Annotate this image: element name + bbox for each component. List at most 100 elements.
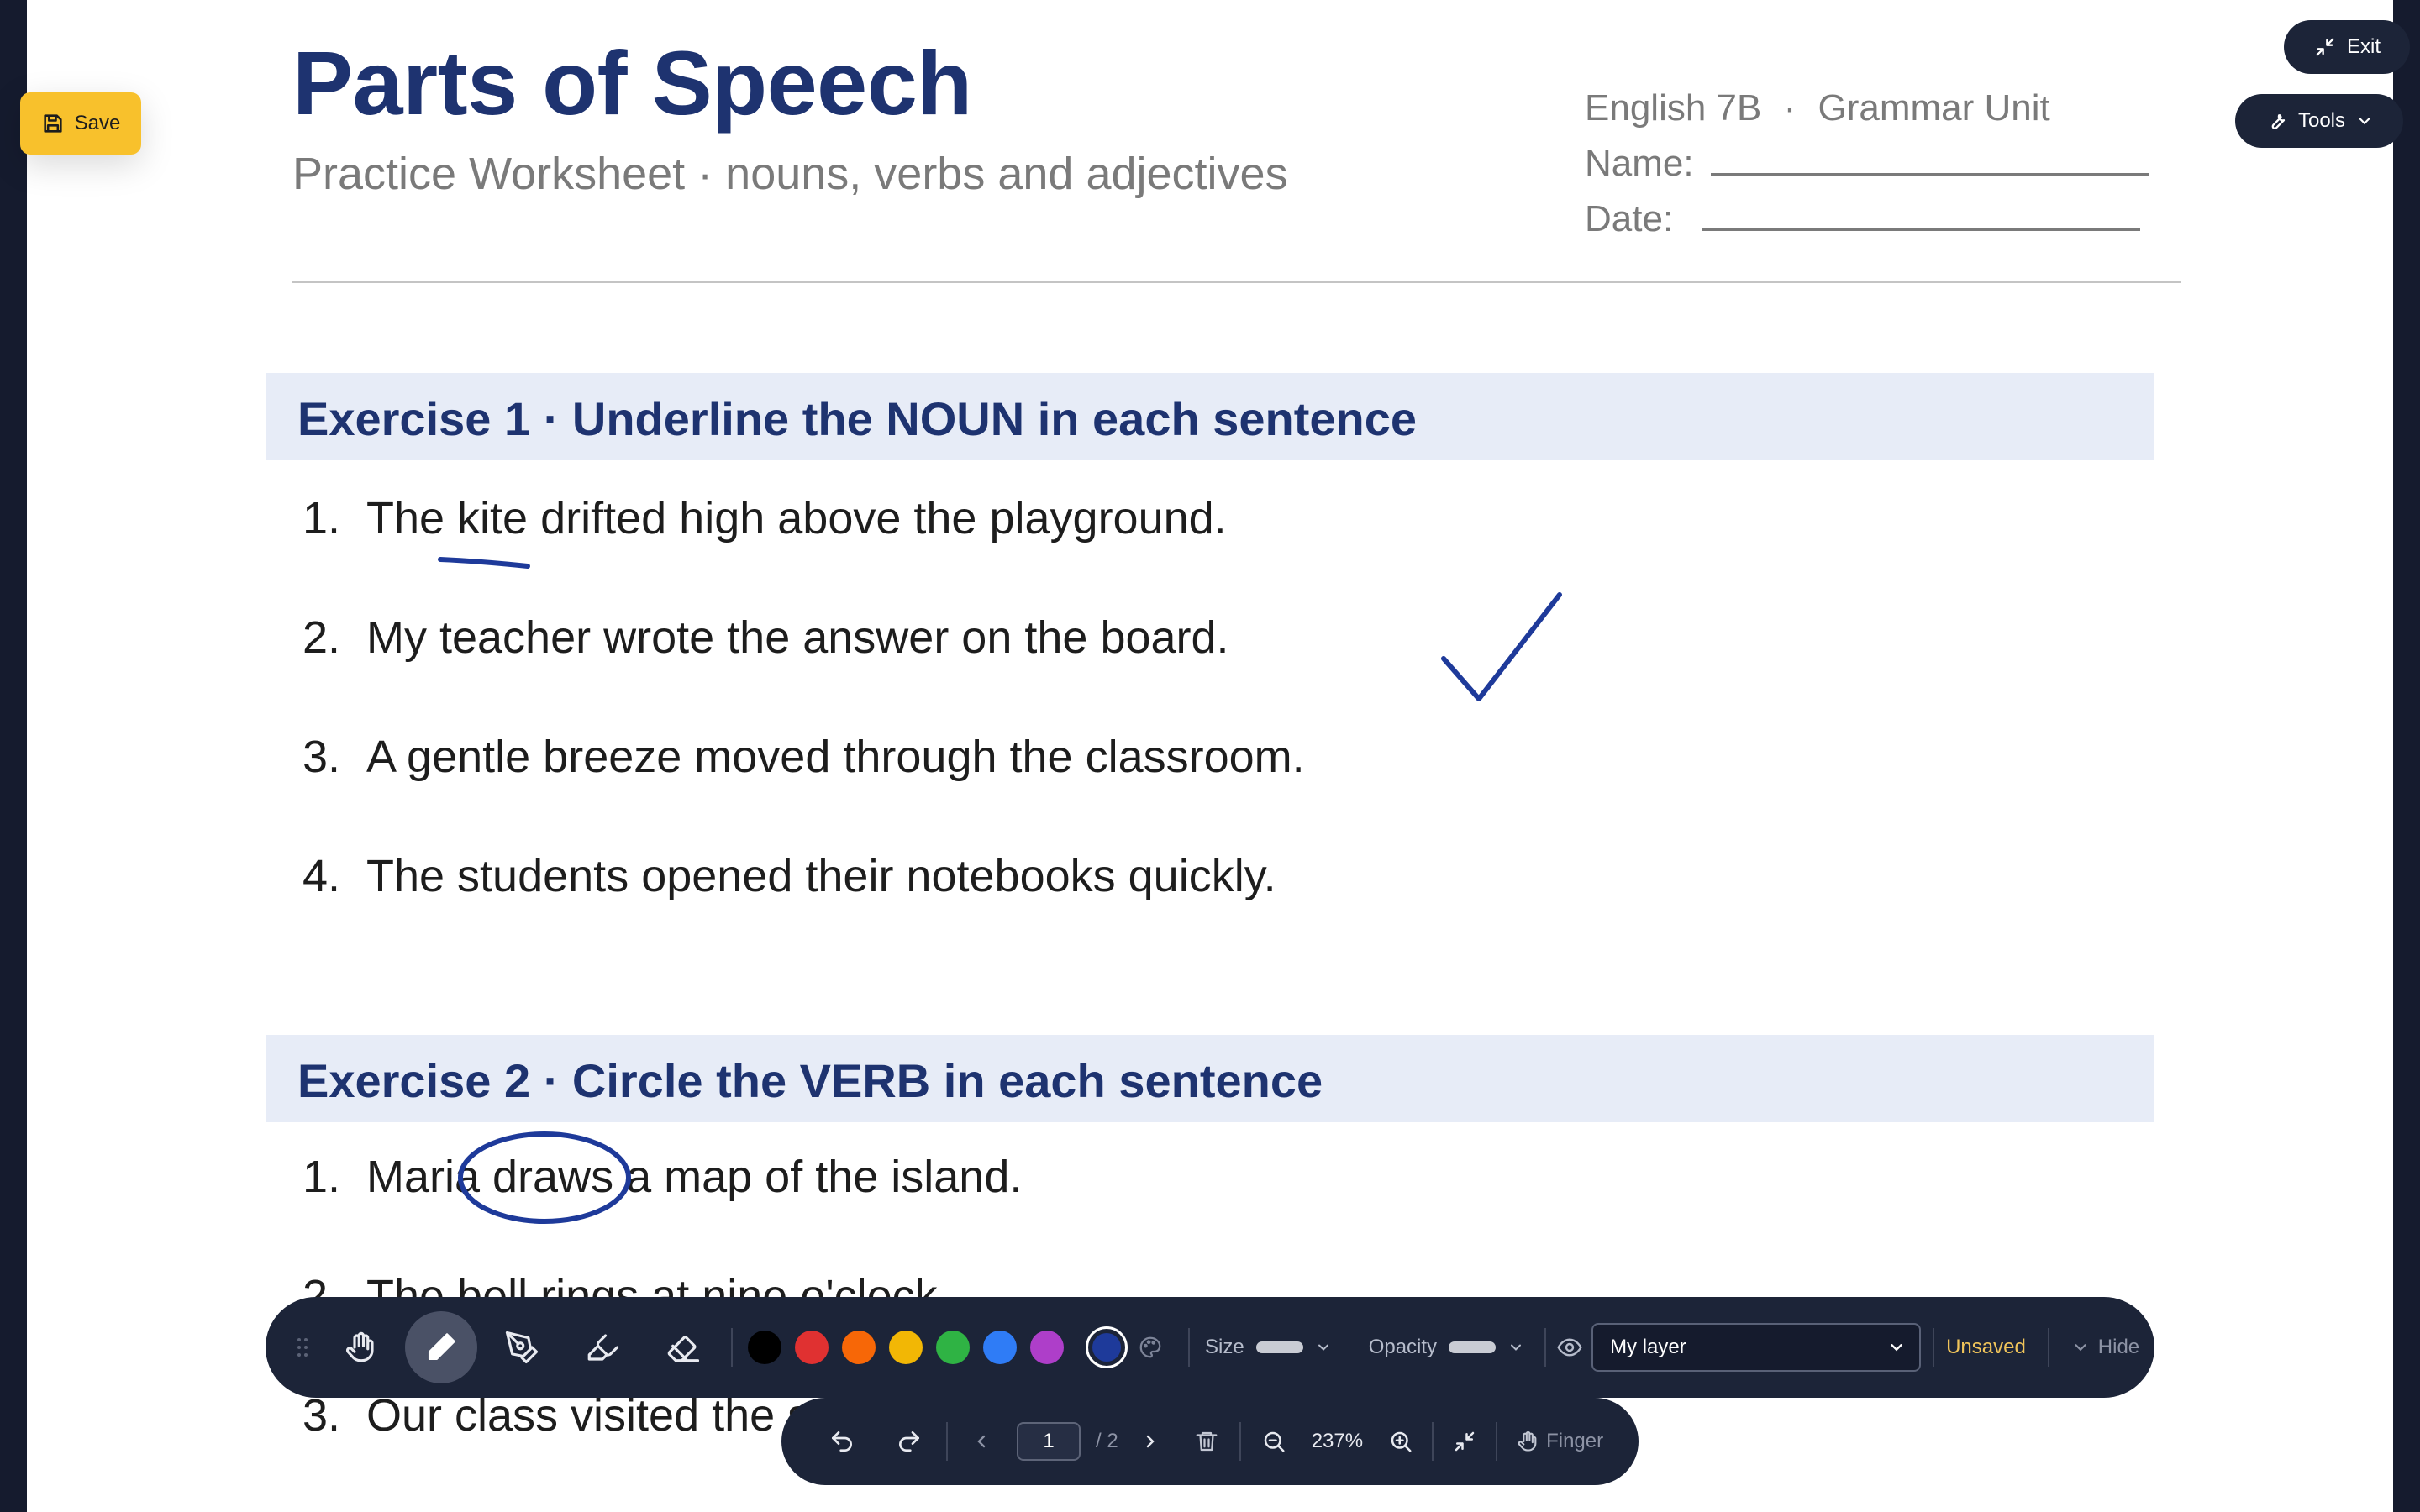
course-line: English 7B · Grammar Unit: [1585, 81, 2149, 136]
sentence-text: The students opened their notebooks quic…: [366, 851, 1276, 901]
opacity-label: Opacity: [1368, 1336, 1438, 1358]
color-swatch-2[interactable]: [795, 1331, 829, 1364]
page-total: / 2: [1096, 1430, 1118, 1452]
exercise-1-sentence-4: 4. The students opened their notebooks qu…: [302, 850, 1276, 902]
chevron-right-icon[interactable]: [1140, 1431, 1160, 1452]
exit-label: Exit: [2346, 35, 2381, 58]
color-swatch-5[interactable]: [936, 1331, 970, 1364]
sentence-text: Maria draws a map of the island.: [366, 1152, 1023, 1202]
opacity-control[interactable]: Opacity: [1369, 1336, 1524, 1359]
date-line: Date:: [1585, 192, 2149, 247]
save-label: Save: [74, 112, 121, 134]
size-control[interactable]: Size: [1205, 1336, 1332, 1359]
redo-icon[interactable]: [896, 1428, 923, 1455]
save-icon: [41, 112, 65, 135]
exercise-1-heading-band: Exercise 1 · Underline the NOUN in each …: [266, 373, 2154, 460]
name-blank: [1710, 136, 2149, 176]
color-swatch-1[interactable]: [748, 1331, 781, 1364]
course-separator: ·: [1783, 87, 1797, 129]
hide-toolbar-button[interactable]: Hide: [2071, 1336, 2139, 1359]
color-swatch-3[interactable]: [842, 1331, 876, 1364]
tools-menu-button[interactable]: Tools: [2235, 94, 2403, 148]
color-swatch-4[interactable]: [889, 1331, 923, 1364]
selected-color-swatch[interactable]: [1086, 1326, 1128, 1368]
color-swatch-6[interactable]: [983, 1331, 1017, 1364]
date-blank: [1702, 192, 2141, 231]
zoom-in-icon[interactable]: [1388, 1429, 1413, 1454]
sentence-number: 1.: [302, 1152, 341, 1202]
hand-icon: [1516, 1430, 1539, 1453]
sentence-number: 3.: [302, 732, 341, 782]
eraser-icon: [666, 1330, 701, 1365]
sentence-number: 2.: [302, 612, 341, 663]
chevron-down-icon: [2071, 1338, 2090, 1357]
hand-icon: [343, 1330, 378, 1365]
exit-button[interactable]: Exit: [2284, 20, 2410, 74]
trash-icon[interactable]: [1194, 1429, 1219, 1454]
color-swatch-7[interactable]: [1030, 1331, 1064, 1364]
toolbar-divider: [1544, 1328, 1547, 1367]
toolbar-divider: [1933, 1328, 1935, 1367]
worksheet-meta: English 7B · Grammar Unit Name: Date:: [1585, 81, 2149, 247]
exercise-1-sentence-2: 2. My teacher wrote the answer on the boa…: [302, 612, 1229, 664]
header-divider: [292, 281, 2181, 283]
course-label: English 7B: [1585, 87, 1762, 129]
chevron-down-icon: [2355, 112, 2374, 130]
drag-handle-icon[interactable]: [286, 1336, 319, 1359]
sentence-number: 4.: [302, 851, 341, 901]
page-number-value: 1: [1043, 1430, 1055, 1452]
chevron-left-icon[interactable]: [971, 1431, 992, 1452]
undo-icon[interactable]: [829, 1428, 855, 1455]
name-label: Name:: [1585, 143, 1694, 184]
zoom-out-icon[interactable]: [1261, 1429, 1286, 1454]
tools-label: Tools: [2297, 109, 2346, 132]
date-label: Date:: [1585, 198, 1674, 239]
sentence-text: A gentle breeze moved through the classr…: [366, 732, 1305, 782]
opacity-preview: [1449, 1341, 1497, 1353]
size-label: Size: [1205, 1336, 1244, 1358]
pager-divider: [946, 1422, 948, 1461]
sentence-text: The kite drifted high above the playgrou…: [366, 493, 1227, 543]
exercise-1-sentence-3: 3. A gentle breeze moved through the clas…: [302, 731, 1305, 783]
minimize-arrows-icon: [2313, 35, 2337, 59]
pencil-icon: [424, 1330, 459, 1365]
pen-tool-button[interactable]: [486, 1311, 558, 1383]
pager-divider: [1496, 1422, 1498, 1461]
pager-divider: [1432, 1422, 1434, 1461]
page-navigation-bar: 1 / 2 237% Finger: [781, 1398, 1639, 1485]
chevron-down-icon: [1887, 1338, 1906, 1357]
zoom-level: 237%: [1311, 1430, 1364, 1452]
page-title: Parts of Speech: [292, 32, 972, 134]
input-mode-button[interactable]: Finger: [1516, 1430, 1603, 1453]
exercise-1-heading: Exercise 1 · Underline the NOUN in each …: [297, 392, 1418, 445]
chevron-down-icon: [1507, 1339, 1524, 1356]
name-line: Name:: [1585, 136, 2149, 192]
save-status: Unsaved: [1946, 1336, 2026, 1358]
highlighter-icon: [585, 1330, 620, 1365]
color-swatches: [748, 1331, 1077, 1364]
save-button[interactable]: Save: [20, 92, 141, 155]
pager-divider: [1239, 1422, 1241, 1461]
hide-label: Hide: [2097, 1336, 2140, 1358]
exercise-1-sentence-1: 1. The kite drifted high above the playgr…: [302, 492, 1227, 544]
exercise-2-heading-band: Exercise 2 · Circle the VERB in each sen…: [266, 1035, 2154, 1122]
wrench-icon: [2265, 109, 2288, 133]
page-number-input[interactable]: 1: [1017, 1422, 1081, 1461]
toolbar-divider: [2047, 1328, 2049, 1367]
layer-select[interactable]: My layer: [1591, 1323, 1922, 1372]
toolbar-divider: [731, 1328, 733, 1367]
pencil-tool-button[interactable]: [405, 1311, 477, 1383]
eye-icon[interactable]: [1556, 1334, 1583, 1361]
size-preview: [1255, 1341, 1303, 1353]
eraser-tool-button[interactable]: [647, 1311, 719, 1383]
unit-label: Grammar Unit: [1818, 87, 2050, 129]
palette-icon[interactable]: [1138, 1335, 1163, 1360]
hand-tool-button[interactable]: [324, 1311, 397, 1383]
sentence-text: My teacher wrote the answer on the board…: [366, 612, 1229, 663]
toolbar-divider: [1188, 1328, 1190, 1367]
selected-color-fill: [1092, 1333, 1121, 1362]
drawing-toolbar: Size Opacity My layer Unsaved Hide: [266, 1297, 2154, 1398]
exercise-2-sentence-1: 1. Maria draws a map of the island.: [302, 1151, 1022, 1203]
fit-to-screen-icon[interactable]: [1452, 1429, 1477, 1454]
highlighter-tool-button[interactable]: [566, 1311, 639, 1383]
